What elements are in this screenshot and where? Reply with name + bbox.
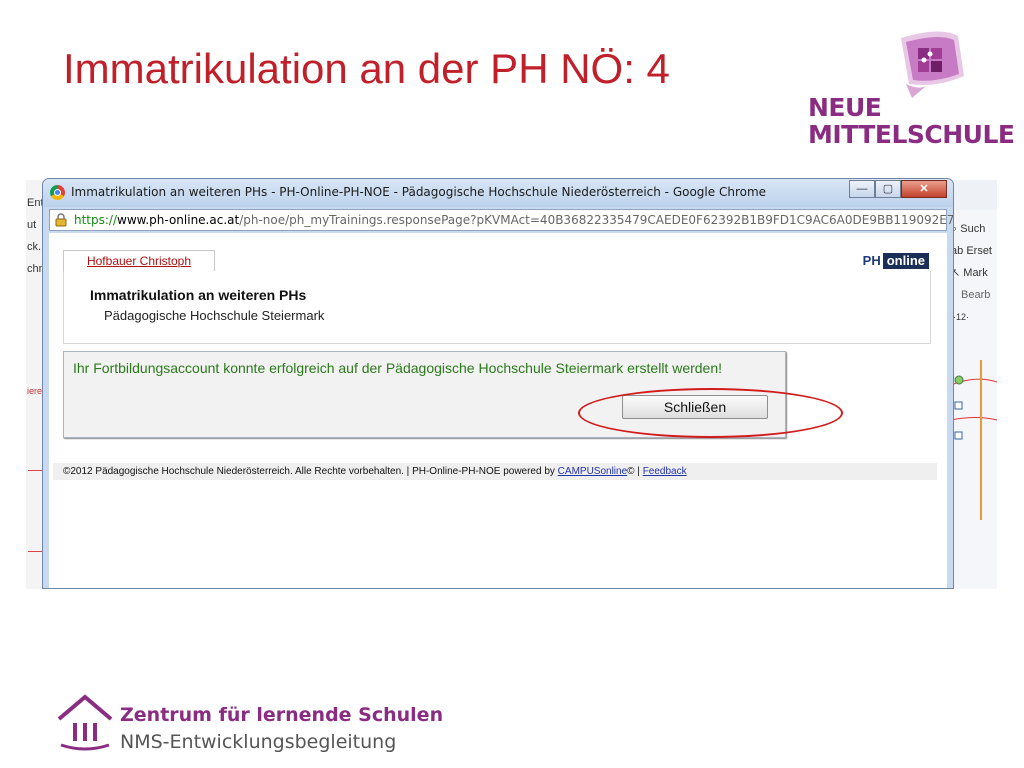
bg-right-ruler: ·12· (953, 312, 970, 322)
puzzle-icon (901, 31, 964, 98)
zls-name: Zentrum für lernende Schulen (120, 704, 444, 726)
lock-icon (55, 213, 67, 227)
bg-right-item[interactable]: ab Erset (951, 240, 997, 262)
nms-logo-text: NEUE MITTELSCHULE (808, 93, 1015, 149)
page-content: Hofbauer Christoph PH online Immatrikulat… (49, 233, 947, 588)
bg-diagram-fragment (951, 360, 997, 520)
house-icon (57, 694, 113, 751)
heading-panel: Immatrikulation an weiteren PHs Pädagogi… (63, 271, 931, 344)
background-right-panel: ⌕ Such ab Erset ↖ Mark Bearb ·12· (951, 210, 997, 589)
close-button[interactable]: Schließen (622, 395, 768, 419)
window-controls: — ▢ ✕ (849, 180, 947, 199)
phonline-logo: PH online (860, 253, 929, 269)
footer-text: ©2012 Pädagogische Hochschule Niederöste… (63, 466, 558, 477)
bg-right-group-label: Bearb (961, 289, 991, 301)
window-titlebar[interactable]: Immatrikulation an weiteren PHs - PH-Onl… (43, 179, 953, 207)
phonline-logo-ph: PH (860, 253, 883, 269)
bg-right-item[interactable]: ⌕ Such (951, 218, 997, 240)
page-heading: Immatrikulation an weiteren PHs (90, 287, 307, 303)
url-path: /ph-noe/ph_myTrainings.responsePage?pKVM… (239, 213, 954, 227)
footer-separator: © | (627, 466, 643, 477)
nms-logo-line1: NEUE (808, 93, 882, 122)
url-scheme: https:// (74, 213, 118, 227)
bg-right-label: Erset (966, 245, 992, 257)
campusonline-link[interactable]: CAMPUSonline (558, 466, 627, 477)
maximize-button[interactable]: ▢ (875, 180, 901, 198)
success-dialog: Ihr Fortbildungsaccount konnte erfolgrei… (63, 351, 786, 438)
success-message: Ihr Fortbildungsaccount konnte erfolgrei… (73, 360, 723, 376)
window-title: Immatrikulation an weiteren PHs - PH-Onl… (71, 185, 767, 199)
user-tab[interactable]: Hofbauer Christoph (63, 250, 215, 272)
bg-right-label: Mark (963, 267, 988, 279)
url-text: https://www.ph-online.ac.at/ph-noe/ph_my… (74, 213, 954, 227)
bg-right-label: Such (960, 223, 986, 235)
feedback-link[interactable]: Feedback (643, 466, 687, 477)
address-bar[interactable]: https://www.ph-online.ac.at/ph-noe/ph_my… (49, 209, 953, 231)
url-host: www.ph-online.ac.at (117, 213, 240, 227)
page-subheading: Pädagogische Hochschule Steiermark (104, 308, 325, 323)
chrome-icon (50, 185, 65, 200)
minimize-button[interactable]: — (849, 180, 875, 198)
phonline-logo-online: online (882, 253, 929, 269)
bg-right-item[interactable]: ↖ Mark (951, 262, 997, 284)
browser-window: Immatrikulation an weiteren PHs - PH-Onl… (42, 178, 954, 589)
zls-subtitle: NMS-Entwicklungsbegleitung (120, 731, 397, 753)
close-window-button[interactable]: ✕ (901, 180, 947, 198)
page-footer: ©2012 Pädagogische Hochschule Niederöste… (53, 463, 937, 480)
nms-logo-line2: MITTELSCHULE (808, 120, 1015, 149)
slide-title: Immatrikulation an der PH NÖ: 4 (63, 45, 670, 92)
